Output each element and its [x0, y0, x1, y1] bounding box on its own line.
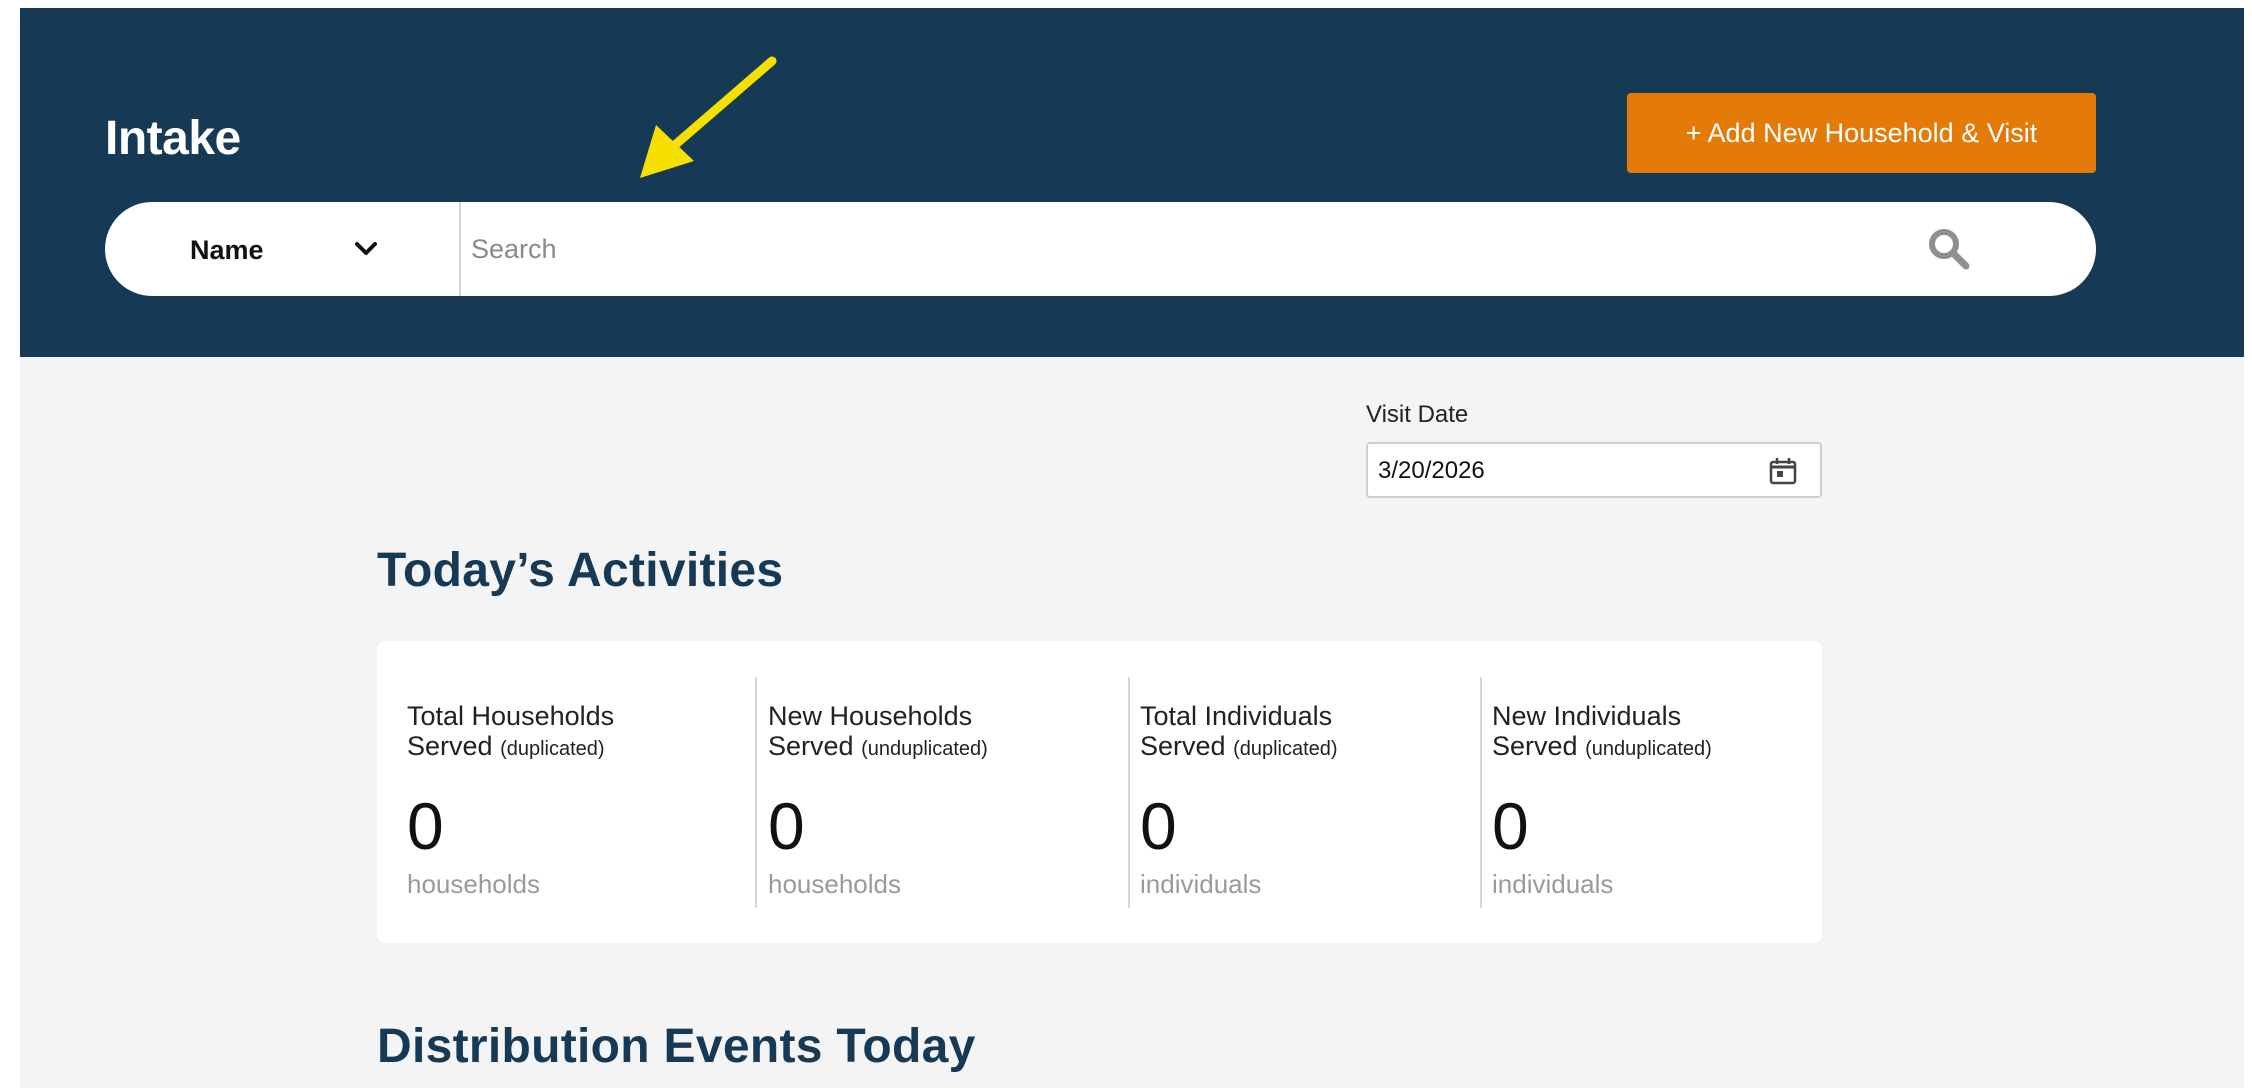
stat-label: Total Individuals Served (duplicated) [1140, 701, 1338, 761]
stat-value: 0 [407, 789, 444, 863]
stat-label: Total Households Served (duplicated) [407, 701, 615, 761]
stat-unit: individuals [1140, 869, 1262, 899]
search-divider [459, 202, 461, 296]
add-new-household-visit-button[interactable]: + Add New Household & Visit [1627, 93, 2096, 173]
stat-value: 0 [1492, 789, 1529, 863]
visit-date-value: 3/20/2026 [1378, 457, 1485, 484]
stat-value: 0 [1140, 789, 1177, 863]
search-type-dropdown[interactable]: Name [105, 202, 459, 296]
calendar-icon[interactable] [1768, 456, 1798, 486]
stat-divider [755, 677, 757, 908]
stat-value: 0 [768, 789, 805, 863]
stat-divider [1128, 677, 1130, 908]
stat-label: New Individuals Served (unduplicated) [1492, 701, 1712, 761]
distribution-events-heading: Distribution Events Today [377, 1020, 976, 1073]
search-input[interactable] [471, 222, 1951, 276]
search-type-label: Name [190, 235, 264, 265]
search-icon[interactable] [1926, 226, 1972, 272]
visit-date-field[interactable]: 3/20/2026 [1366, 442, 1822, 498]
todays-activities-heading: Today’s Activities [377, 544, 784, 597]
header-bar: Intake + Add New Household & Visit Name [20, 8, 2244, 357]
search-bar: Name [105, 202, 2096, 296]
app-frame: Intake + Add New Household & Visit Name … [20, 8, 2244, 1088]
visit-date-label: Visit Date [1366, 401, 1469, 428]
stat-unit: individuals [1492, 869, 1614, 899]
annotation-arrow-icon [640, 56, 777, 178]
stat-label: New Households Served (unduplicated) [768, 701, 988, 761]
stat-divider [1480, 677, 1482, 908]
stat-unit: households [407, 869, 540, 899]
page-title: Intake [105, 112, 241, 165]
stat-unit: households [768, 869, 901, 899]
chevron-down-icon [355, 242, 377, 255]
activities-stats-card: Total Households Served (duplicated) 0 h… [377, 641, 1822, 943]
